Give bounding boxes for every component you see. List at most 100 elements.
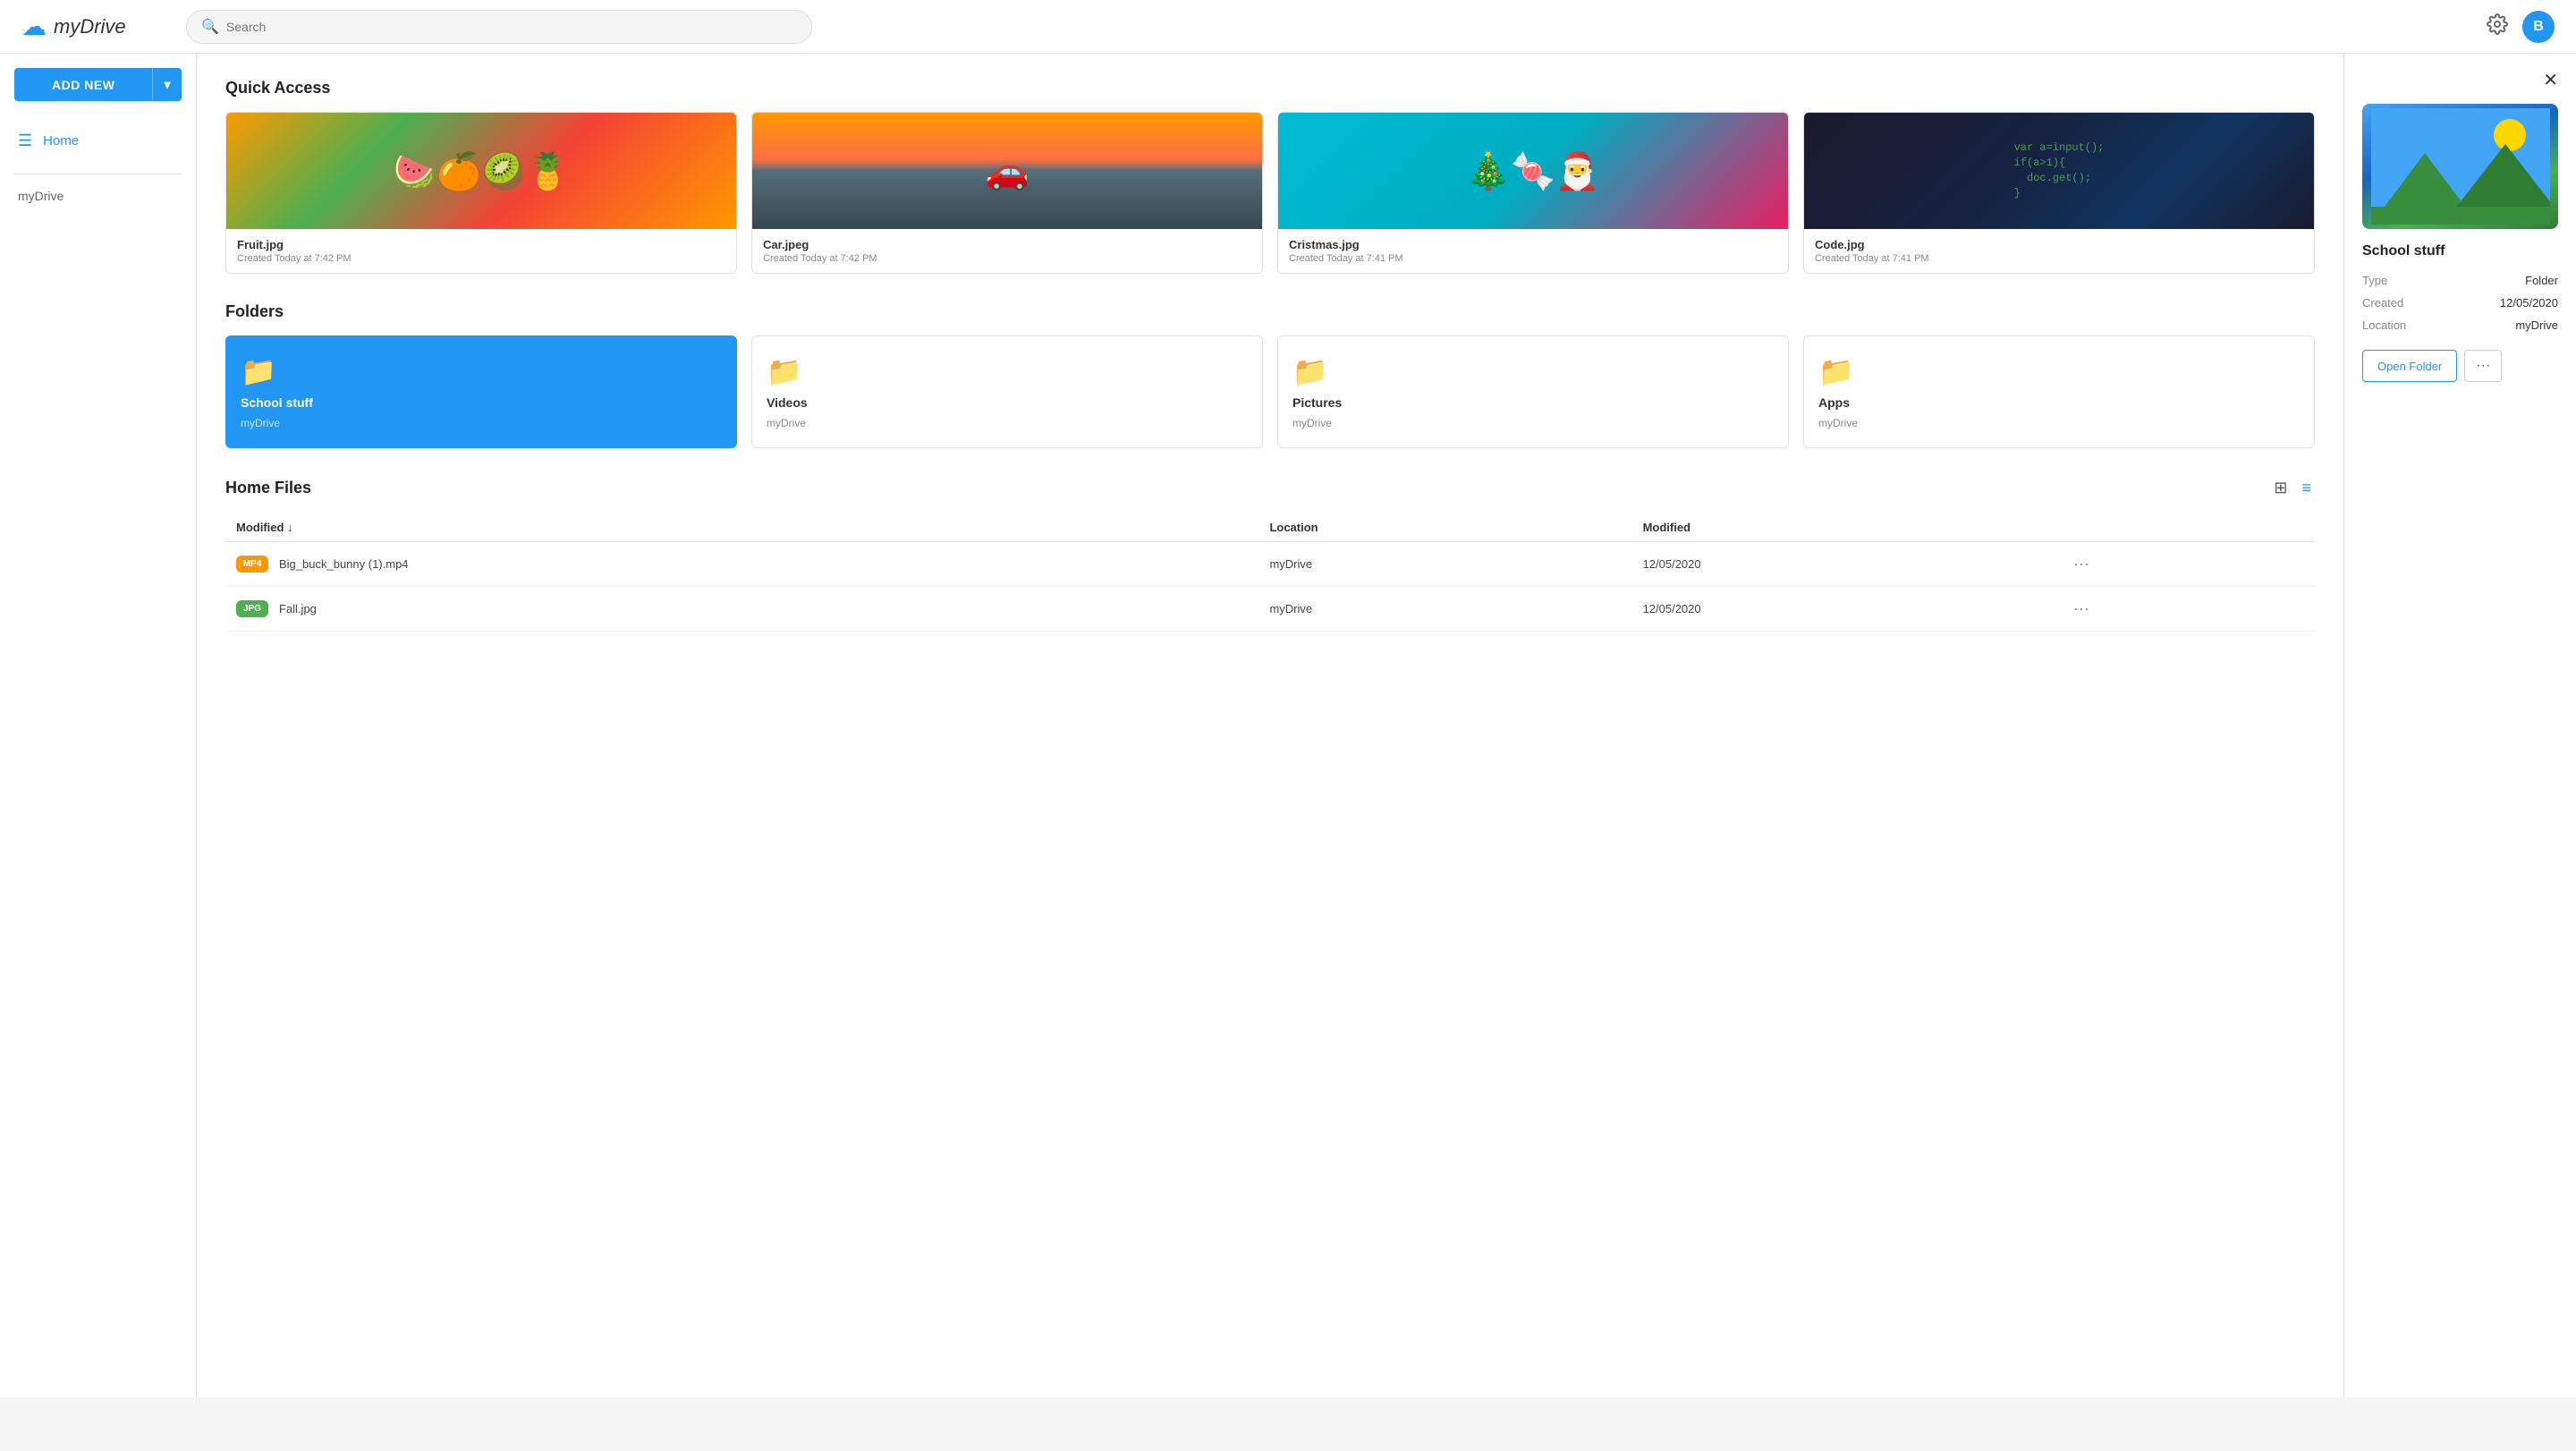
qa-car-name: Car.jpeg — [763, 238, 1251, 251]
folder-name-apps: Apps — [1818, 395, 2300, 410]
folders-section: Folders 📁 School stuff myDrive 📁 Videos … — [225, 302, 2315, 448]
folder-card-videos[interactable]: 📁 Videos myDrive — [751, 335, 1263, 448]
meta-created-label: Created — [2362, 296, 2403, 310]
view-toggle: ⊞ ≡ — [2270, 477, 2315, 499]
col-modified: Modified — [1632, 513, 2057, 542]
panel-close: ✕ — [2362, 72, 2558, 89]
folder-preview-image — [2371, 108, 2550, 225]
app-body: ADD NEW ▾ ☰ Home myDrive Quick Access 🍉🍊… — [0, 54, 2576, 1397]
qa-car-date: Created Today at 7:42 PM — [763, 253, 1251, 264]
logo-text: myDrive — [54, 15, 126, 38]
table-row: JPG Fall.jpg myDrive 12/05/2020 ··· — [225, 587, 2315, 632]
fruit-image: 🍉🍊🥝🍍 — [226, 113, 736, 229]
quick-access-title: Quick Access — [225, 79, 2315, 98]
table-row: MP4 Big_buck_bunny (1).mp4 myDrive 12/05… — [225, 542, 2315, 587]
qa-christmas-name: Cristmas.jpg — [1289, 238, 1777, 251]
files-table-body: MP4 Big_buck_bunny (1).mp4 myDrive 12/05… — [225, 542, 2315, 632]
search-icon: 🔍 — [201, 18, 219, 36]
search-bar[interactable]: 🔍 — [186, 10, 812, 44]
meta-type-label: Type — [2362, 274, 2387, 287]
main-content: Quick Access 🍉🍊🥝🍍 Fruit.jpg Created Toda… — [197, 54, 2343, 1397]
file-modified-mp4: 12/05/2020 — [1632, 542, 2057, 587]
folders-grid: 📁 School stuff myDrive 📁 Videos myDrive … — [225, 335, 2315, 448]
add-new-dropdown-arrow[interactable]: ▾ — [152, 68, 182, 101]
file-more-jpg: ··· — [2057, 587, 2315, 632]
folders-title: Folders — [225, 302, 2315, 321]
grid-view-button[interactable]: ⊞ — [2270, 477, 2291, 499]
qa-card-car[interactable]: 🚗 Car.jpeg Created Today at 7:42 PM — [751, 112, 1263, 274]
cloud-icon: ☁ — [21, 12, 47, 41]
list-view-button[interactable]: ≡ — [2298, 477, 2315, 499]
col-modified-sort[interactable]: Modified ↓ — [225, 513, 1258, 542]
quick-access-grid: 🍉🍊🥝🍍 Fruit.jpg Created Today at 7:42 PM … — [225, 112, 2315, 274]
user-avatar[interactable]: B — [2522, 11, 2555, 43]
add-new-button[interactable]: ADD NEW ▾ — [14, 68, 182, 101]
folder-location-videos: myDrive — [767, 417, 1248, 429]
meta-created-row: Created 12/05/2020 — [2362, 296, 2558, 310]
folder-icon-pictures: 📁 — [1292, 354, 1774, 388]
quick-access-section: Quick Access 🍉🍊🥝🍍 Fruit.jpg Created Toda… — [225, 79, 2315, 274]
search-input[interactable] — [226, 20, 797, 34]
christmas-image: 🎄🍬🎅 — [1278, 113, 1788, 229]
qa-card-fruit[interactable]: 🍉🍊🥝🍍 Fruit.jpg Created Today at 7:42 PM — [225, 112, 737, 274]
sidebar-nav: ☰ Home — [0, 115, 196, 166]
folder-name-videos: Videos — [767, 395, 1248, 410]
folder-location-school: myDrive — [241, 417, 722, 429]
home-icon: ☰ — [18, 132, 32, 150]
right-panel: ✕ School stuff Type Folder Create — [2343, 54, 2576, 1397]
header: ☁ myDrive 🔍 B — [0, 0, 2576, 54]
logo[interactable]: ☁ myDrive — [21, 12, 165, 41]
folder-icon-school: 📁 — [241, 354, 722, 388]
qa-fruit-date: Created Today at 7:42 PM — [237, 253, 725, 264]
meta-created-value: 12/05/2020 — [2500, 296, 2558, 310]
settings-icon[interactable] — [2487, 13, 2508, 40]
meta-location-value: myDrive — [2515, 318, 2558, 332]
file-modified-jpg: 12/05/2020 — [1632, 587, 2057, 632]
sidebar: ADD NEW ▾ ☰ Home myDrive — [0, 54, 197, 1397]
folder-name-pictures: Pictures — [1292, 395, 1774, 410]
file-more-mp4: ··· — [2057, 542, 2315, 587]
sidebar-item-home-label: Home — [43, 133, 79, 148]
code-image: var a=input();if(a>1){ doc.get();} — [1804, 113, 2314, 229]
meta-type-value: Folder — [2525, 274, 2558, 287]
folder-card-pictures[interactable]: 📁 Pictures myDrive — [1277, 335, 1789, 448]
qa-card-christmas[interactable]: 🎄🍬🎅 Cristmas.jpg Created Today at 7:41 P… — [1277, 112, 1789, 274]
meta-type-row: Type Folder — [2362, 274, 2558, 287]
folder-card-school[interactable]: 📁 School stuff myDrive — [225, 335, 737, 448]
add-new-button-wrap: ADD NEW ▾ — [0, 68, 196, 115]
sidebar-drive-label: myDrive — [0, 182, 196, 210]
qa-card-code[interactable]: var a=input();if(a>1){ doc.get();} Code.… — [1803, 112, 2315, 274]
more-options-jpg[interactable]: ··· — [2068, 598, 2095, 620]
qa-code-name: Code.jpg — [1815, 238, 2303, 251]
panel-folder-name: School stuff — [2362, 243, 2558, 259]
qa-code-date: Created Today at 7:41 PM — [1815, 253, 2303, 264]
car-image: 🚗 — [752, 113, 1262, 229]
meta-location-label: Location — [2362, 318, 2406, 332]
panel-meta: Type Folder Created 12/05/2020 Location … — [2362, 274, 2558, 332]
home-files-title: Home Files — [225, 479, 311, 497]
file-name-jpg: Fall.jpg — [279, 602, 317, 615]
panel-actions: Open Folder ··· — [2362, 350, 2558, 382]
more-actions-button[interactable]: ··· — [2464, 350, 2502, 382]
file-name-mp4: Big_buck_bunny (1).mp4 — [279, 557, 409, 571]
sidebar-item-home[interactable]: ☰ Home — [0, 123, 196, 159]
header-right: B — [2487, 11, 2555, 43]
file-location-mp4: myDrive — [1258, 542, 1631, 587]
col-actions — [2057, 513, 2315, 542]
folder-icon-apps: 📁 — [1818, 354, 2300, 388]
close-button[interactable]: ✕ — [2543, 72, 2558, 89]
folder-location-apps: myDrive — [1818, 417, 2300, 429]
more-options-mp4[interactable]: ··· — [2068, 553, 2095, 575]
file-name-cell-mp4: MP4 Big_buck_bunny (1).mp4 — [225, 542, 1258, 587]
files-table-header: Modified ↓ Location Modified — [225, 513, 2315, 542]
folder-icon-videos: 📁 — [767, 354, 1248, 388]
files-table: Modified ↓ Location Modified MP4 Big_buc… — [225, 513, 2315, 632]
files-header: Home Files ⊞ ≡ — [225, 477, 2315, 499]
qa-fruit-name: Fruit.jpg — [237, 238, 725, 251]
file-badge-jpg: JPG — [236, 600, 268, 617]
qa-christmas-date: Created Today at 7:41 PM — [1289, 253, 1777, 264]
folder-location-pictures: myDrive — [1292, 417, 1774, 429]
open-folder-button[interactable]: Open Folder — [2362, 350, 2457, 382]
folder-card-apps[interactable]: 📁 Apps myDrive — [1803, 335, 2315, 448]
add-new-label: ADD NEW — [14, 69, 152, 101]
